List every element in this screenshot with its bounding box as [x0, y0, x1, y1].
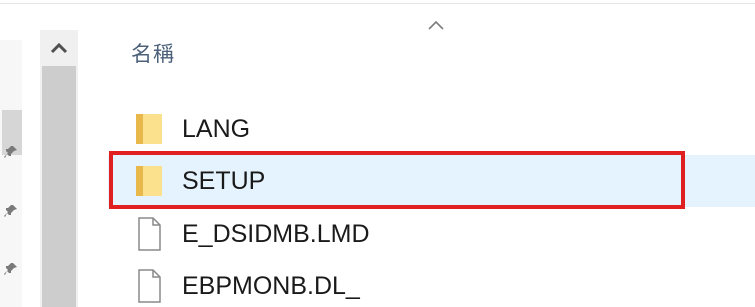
file-explorer-view: 名稱 LANG SETUP E_DSIDMB.LMD EBPMONB.DL_ [0, 0, 755, 307]
file-name: SETUP [182, 167, 266, 195]
scroll-thumb[interactable] [42, 66, 76, 307]
pin-icon[interactable] [4, 262, 18, 276]
top-divider [0, 3, 755, 4]
pin-icon[interactable] [4, 204, 18, 218]
file-icon [138, 269, 161, 303]
folder-icon [136, 166, 162, 196]
vertical-scrollbar[interactable] [40, 30, 78, 307]
list-item[interactable]: EBPMONB.DL_ [108, 260, 755, 307]
file-name: E_DSIDMB.LMD [182, 220, 370, 248]
file-name: LANG [182, 115, 251, 143]
list-item-selected[interactable]: SETUP [108, 155, 755, 207]
sort-ascending-icon [428, 20, 444, 30]
scroll-up-arrow-icon[interactable] [40, 30, 78, 66]
pin-icon[interactable] [4, 145, 18, 159]
list-item[interactable]: E_DSIDMB.LMD [108, 208, 755, 260]
list-item[interactable]: LANG [108, 103, 755, 155]
file-icon [138, 217, 161, 251]
name-column-header[interactable]: 名稱 [131, 38, 175, 68]
folder-icon [136, 114, 162, 144]
file-name: EBPMONB.DL_ [182, 272, 360, 300]
